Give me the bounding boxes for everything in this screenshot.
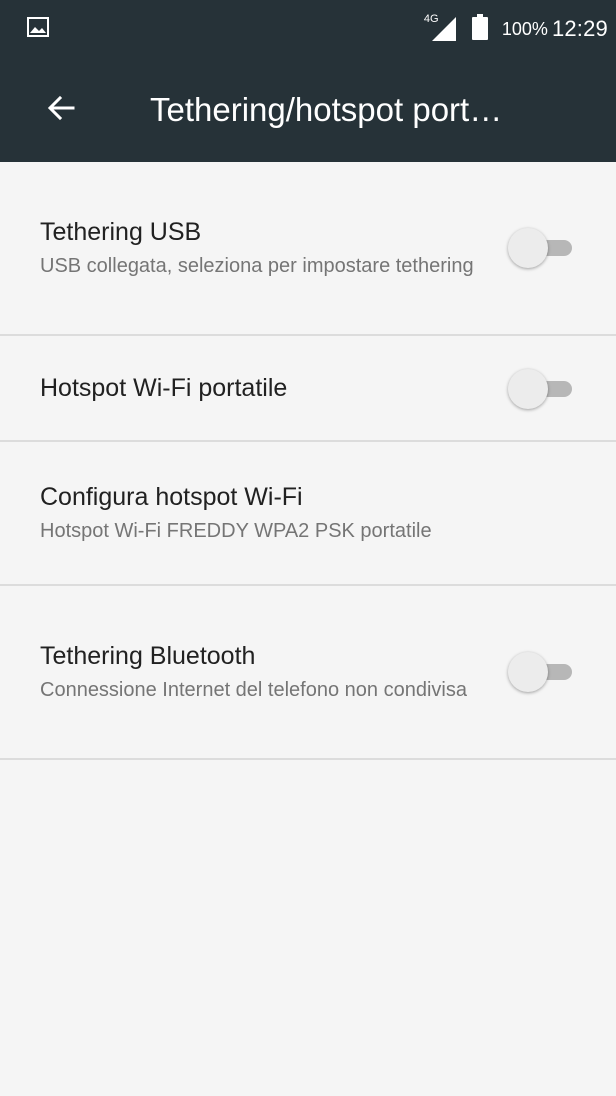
battery-percent: 100%	[501, 18, 548, 39]
usb-tethering-toggle[interactable]	[508, 228, 574, 268]
setting-title: Configura hotspot Wi-Fi	[40, 482, 303, 511]
setting-title: Tethering USB	[40, 217, 202, 246]
status-bar: 4G 100% 12:29	[0, 0, 616, 58]
switch-thumb	[508, 228, 548, 268]
app-header: 4G 100% 12:29 Tethering/hotspot port…	[0, 0, 616, 162]
bluetooth-tethering-toggle[interactable]	[508, 652, 574, 692]
page-title: Tethering/hotspot port…	[150, 91, 503, 128]
toolbar: Tethering/hotspot port…	[0, 58, 616, 162]
clock: 12:29	[551, 16, 608, 41]
arrow-back-icon	[45, 92, 77, 129]
switch-thumb	[508, 369, 548, 409]
back-button[interactable]	[16, 58, 106, 162]
setting-title: Tethering Bluetooth	[40, 641, 256, 670]
setting-title: Hotspot Wi-Fi portatile	[40, 374, 288, 402]
setting-wifi-hotspot[interactable]: Hotspot Wi-Fi portatile	[0, 336, 616, 442]
setting-bluetooth-tethering[interactable]: Tethering Bluetooth Connessione Internet…	[0, 586, 616, 760]
battery-icon	[471, 13, 488, 45]
setting-summary: USB collegata, seleziona per impostare t…	[40, 254, 474, 277]
setting-configure-hotspot[interactable]: Configura hotspot Wi-Fi Hotspot Wi-Fi FR…	[0, 442, 616, 586]
gallery-notification-icon	[26, 15, 50, 44]
setting-usb-tethering[interactable]: Tethering USB USB collegata, seleziona p…	[0, 162, 616, 336]
signal-4g-icon: 4G	[424, 13, 458, 43]
switch-thumb	[508, 652, 548, 692]
setting-summary: Connessione Internet del telefono non co…	[40, 678, 467, 701]
settings-list: Tethering USB USB collegata, seleziona p…	[0, 162, 616, 760]
wifi-hotspot-toggle[interactable]	[508, 369, 574, 409]
screen: 4G 100% 12:29 Tethering/hotspot port… Te…	[0, 0, 616, 1096]
setting-summary: Hotspot Wi-Fi FREDDY WPA2 PSK portatile	[40, 519, 432, 542]
